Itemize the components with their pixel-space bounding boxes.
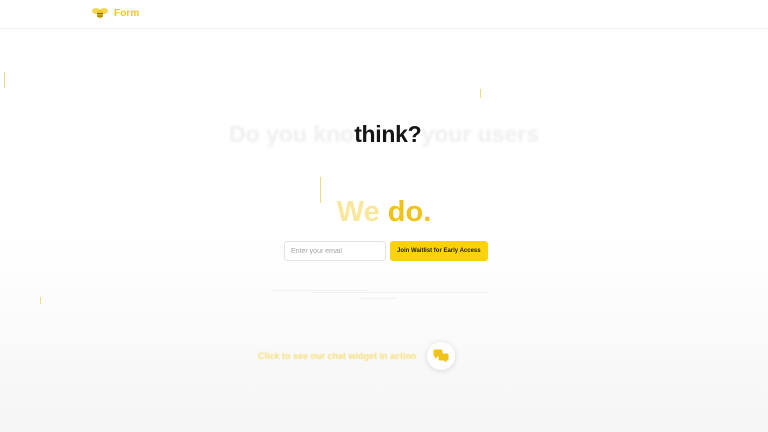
hero-subheading: We do. bbox=[0, 196, 768, 229]
landing-page: Form Do you knothink?your users We do. J… bbox=[0, 0, 768, 432]
divider bbox=[360, 298, 396, 299]
subheading-do: do. bbox=[387, 196, 432, 228]
decorative-line bbox=[40, 297, 41, 304]
join-waitlist-button[interactable]: Join Waitlist for Early Access bbox=[390, 241, 488, 261]
hero-headline: Do you knothink?your users bbox=[0, 121, 768, 148]
chat-bubbles-icon bbox=[433, 349, 449, 363]
top-navigation: Form bbox=[0, 0, 768, 29]
brand-logo[interactable]: Form bbox=[92, 6, 139, 20]
subheading-we: We bbox=[336, 196, 380, 228]
decorative-line bbox=[480, 89, 481, 98]
divider bbox=[312, 292, 488, 293]
hero-faded-suffix: your users bbox=[421, 121, 540, 147]
brand-name: Form bbox=[114, 7, 140, 19]
waitlist-form: Join Waitlist for Early Access bbox=[284, 241, 488, 261]
email-input[interactable] bbox=[284, 241, 386, 261]
chat-widget-button[interactable] bbox=[426, 342, 455, 370]
bee-icon bbox=[92, 8, 108, 19]
decorative-line bbox=[4, 72, 5, 88]
hero-faded-prefix: Do you kno bbox=[228, 121, 355, 147]
chat-widget-cta: Click to see our chat widget in action bbox=[258, 342, 455, 370]
divider bbox=[272, 290, 368, 291]
cta-text: Click to see our chat widget in action bbox=[258, 351, 417, 361]
hero-strong-word: think? bbox=[354, 121, 422, 147]
